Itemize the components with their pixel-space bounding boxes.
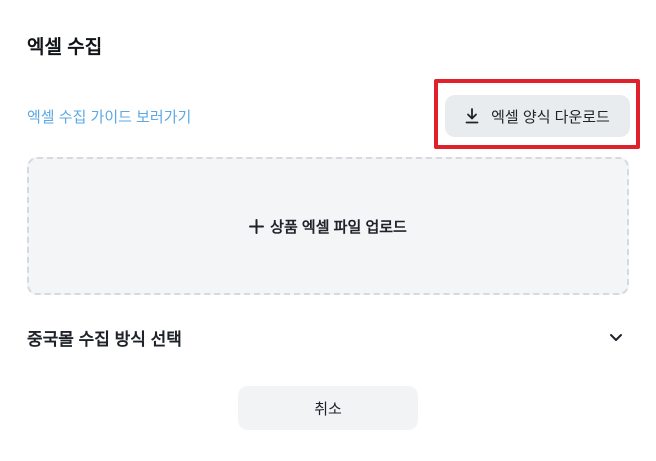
collection-method-select[interactable]: 중국몰 수집 방식 선택 (27, 322, 629, 352)
upload-label: 상품 엑셀 파일 업로드 (270, 218, 407, 236)
guide-link[interactable]: 엑셀 수집 가이드 보러가기 (27, 106, 191, 127)
download-icon (465, 108, 479, 124)
excel-upload-area[interactable]: 상품 엑셀 파일 업로드 (27, 157, 629, 295)
page-title: 엑셀 수집 (27, 37, 103, 58)
plus-icon (249, 218, 265, 234)
collection-method-label: 중국몰 수집 방식 선택 (27, 329, 182, 349)
chevron-down-icon[interactable] (608, 329, 624, 345)
cancel-button[interactable]: 취소 (238, 386, 418, 430)
excel-template-download-button[interactable]: 엑셀 양식 다운로드 (445, 95, 630, 137)
download-button-label: 엑셀 양식 다운로드 (491, 108, 610, 126)
